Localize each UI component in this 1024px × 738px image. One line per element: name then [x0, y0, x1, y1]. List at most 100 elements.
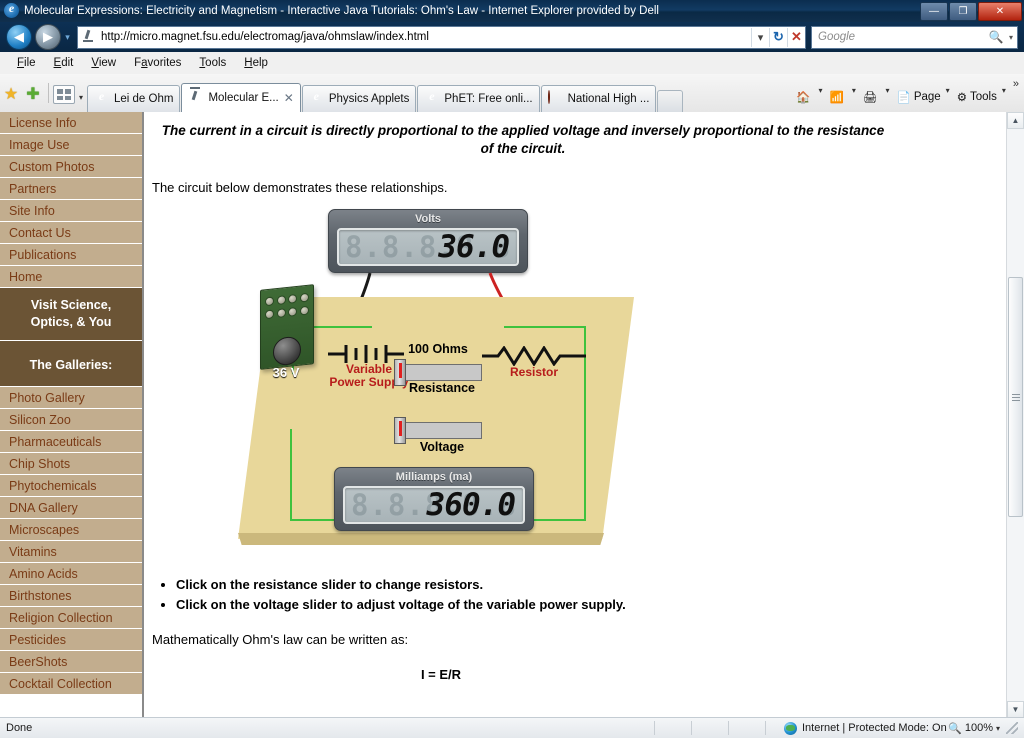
voltage-slider-label: Voltage: [419, 440, 465, 454]
psu-terminal: [288, 293, 298, 304]
menu-edit[interactable]: Edit: [45, 55, 83, 71]
sidebar-item-chip-shots[interactable]: Chip Shots: [0, 453, 142, 475]
voltage-slider-handle[interactable]: [394, 417, 406, 444]
feeds-dropdown-icon[interactable]: ▾: [852, 86, 856, 101]
sidebar-item-birthstones[interactable]: Birthstones: [0, 585, 142, 607]
page-menu-button[interactable]: 📄 Page: [894, 90, 942, 104]
scroll-up-button[interactable]: ▲: [1007, 112, 1024, 129]
resistance-value-label: 100 Ohms: [408, 342, 468, 356]
sidebar-item-religion-collection[interactable]: Religion Collection: [0, 607, 142, 629]
maximize-button[interactable]: ❐: [949, 1, 977, 21]
sidebar-item-cocktail-collection[interactable]: Cocktail Collection: [0, 673, 142, 695]
home-dropdown-icon[interactable]: ▾: [819, 86, 823, 101]
tab-list-dropdown-icon[interactable]: ▾: [75, 93, 87, 102]
resize-grip-icon[interactable]: [1006, 722, 1018, 734]
board-edge: [238, 533, 604, 545]
ohms-law-java-applet[interactable]: Volts 8.8.8.8.8.8. 36.0: [238, 209, 658, 559]
back-button[interactable]: ◀: [6, 24, 32, 50]
psu-terminal: [265, 296, 275, 307]
psu-face: [264, 289, 310, 367]
menu-help[interactable]: Help: [235, 55, 277, 71]
favorites-center-icon[interactable]: ★: [0, 83, 22, 105]
sidebar-item-amino-acids[interactable]: Amino Acids: [0, 563, 142, 585]
sidebar-banner-science-optics-you[interactable]: Visit Science, Optics, & You: [0, 288, 142, 341]
add-to-favorites-icon[interactable]: ✚: [22, 83, 44, 105]
status-separators: [636, 721, 784, 735]
sidebar-item-partners[interactable]: Partners: [0, 178, 142, 200]
print-dropdown-icon[interactable]: ▾: [885, 86, 889, 101]
tab-national-high[interactable]: National High ...: [540, 85, 657, 112]
tools-dropdown-icon[interactable]: ▾: [1002, 86, 1006, 101]
tab-lei-de-ohm[interactable]: Lei de Ohm: [87, 85, 181, 112]
search-icon[interactable]: 🔍: [987, 30, 1005, 44]
window-title: Molecular Expressions: Electricity and M…: [24, 5, 659, 17]
sidebar-item-phytochemicals[interactable]: Phytochemicals: [0, 475, 142, 497]
sidebar-item-custom-photos[interactable]: Custom Photos: [0, 156, 142, 178]
instructions-list: Click on the resistance slider to change…: [176, 577, 1006, 612]
sidebar-item-vitamins[interactable]: Vitamins: [0, 541, 142, 563]
new-tab-button[interactable]: [657, 90, 684, 112]
recent-pages-dropdown-icon[interactable]: ▾: [61, 32, 74, 43]
psu-dial-knob[interactable]: [273, 335, 301, 367]
window-controls: — ❐ ✕: [920, 1, 1022, 21]
resistance-slider-label: Resistance: [408, 381, 475, 395]
tab-bar: ★ ✚ ▾ Lei de Ohm Molecular E... ✕ Physic…: [0, 74, 1024, 113]
voltmeter-value: 36.0: [438, 229, 510, 265]
tab-molecular-expressions[interactable]: Molecular E... ✕: [181, 83, 301, 112]
refresh-icon[interactable]: ↻: [769, 27, 787, 47]
menu-favorites[interactable]: Favorites: [125, 55, 190, 71]
psu-terminal: [276, 295, 286, 306]
scroll-down-button[interactable]: ▼: [1007, 701, 1024, 718]
sidebar-item-beershots[interactable]: BeerShots: [0, 651, 142, 673]
minimize-button[interactable]: —: [920, 1, 948, 21]
zoom-dropdown-icon[interactable]: ▾: [996, 724, 1000, 733]
zoom-control[interactable]: 🔍 100% ▾: [948, 722, 1024, 735]
tab-phet[interactable]: PhET: Free onli...: [417, 85, 540, 112]
scrollbar-thumb[interactable]: [1008, 277, 1023, 517]
sidebar-item-license-info[interactable]: License Info: [0, 112, 142, 134]
home-button[interactable]: 🏠: [794, 90, 815, 104]
quick-tabs-icon[interactable]: [53, 85, 75, 104]
toolbar-overflow-icon[interactable]: »: [1013, 74, 1019, 90]
sidebar-item-site-info[interactable]: Site Info: [0, 200, 142, 222]
menu-tools[interactable]: Tools: [190, 55, 235, 71]
banner-line-1: Visit Science,: [30, 298, 112, 312]
tab-physics-applets[interactable]: Physics Applets: [301, 85, 417, 112]
sidebar-item-silicon-zoo[interactable]: Silicon Zoo: [0, 409, 142, 431]
close-button[interactable]: ✕: [978, 1, 1022, 21]
tools-menu-button[interactable]: ⚙ Tools: [955, 90, 999, 104]
sidebar-item-dna-gallery[interactable]: DNA Gallery: [0, 497, 142, 519]
sidebar-item-pesticides[interactable]: Pesticides: [0, 629, 142, 651]
sidebar-item-publications[interactable]: Publications: [0, 244, 142, 266]
ohms-law-statement: The current in a circuit is directly pro…: [160, 122, 886, 158]
security-zone[interactable]: Internet | Protected Mode: On: [784, 721, 947, 735]
feeds-button[interactable]: 📶: [828, 90, 849, 104]
voltmeter-title: Volts: [414, 213, 442, 225]
sidebar-item-image-use[interactable]: Image Use: [0, 134, 142, 156]
variable-power-supply-unit[interactable]: [260, 284, 314, 370]
ie-logo-icon: [309, 91, 325, 107]
address-dropdown-icon[interactable]: ▾: [751, 27, 769, 47]
sidebar-item-photo-gallery[interactable]: Photo Gallery: [0, 387, 142, 409]
search-input[interactable]: Google 🔍 ▾: [811, 25, 1018, 49]
resistance-slider-track[interactable]: [400, 364, 482, 381]
address-input[interactable]: http://micro.magnet.fsu.edu/electromag/j…: [77, 25, 806, 49]
resistor-symbol-label: Resistor: [509, 365, 559, 379]
stop-icon[interactable]: ✕: [787, 27, 805, 47]
voltage-slider-track[interactable]: [400, 422, 482, 439]
sidebar-item-home[interactable]: Home: [0, 266, 142, 288]
sidebar-item-pharmaceuticals[interactable]: Pharmaceuticals: [0, 431, 142, 453]
psu-terminal-row-2: [264, 305, 310, 320]
close-icon[interactable]: ✕: [284, 91, 294, 105]
home-icon: 🏠: [796, 92, 811, 104]
forward-button[interactable]: ▶: [35, 24, 61, 50]
menu-view[interactable]: View: [82, 55, 125, 71]
sidebar-item-microscapes[interactable]: Microscapes: [0, 519, 142, 541]
print-button[interactable]: 🖨: [861, 90, 883, 104]
vertical-scrollbar[interactable]: ▲ ▼: [1006, 112, 1024, 718]
page-dropdown-icon[interactable]: ▾: [946, 86, 950, 101]
toolbar-divider: [48, 83, 49, 103]
menu-file[interactable]: File: [8, 55, 45, 71]
search-provider-dropdown-icon[interactable]: ▾: [1005, 33, 1017, 42]
sidebar-item-contact-us[interactable]: Contact Us: [0, 222, 142, 244]
